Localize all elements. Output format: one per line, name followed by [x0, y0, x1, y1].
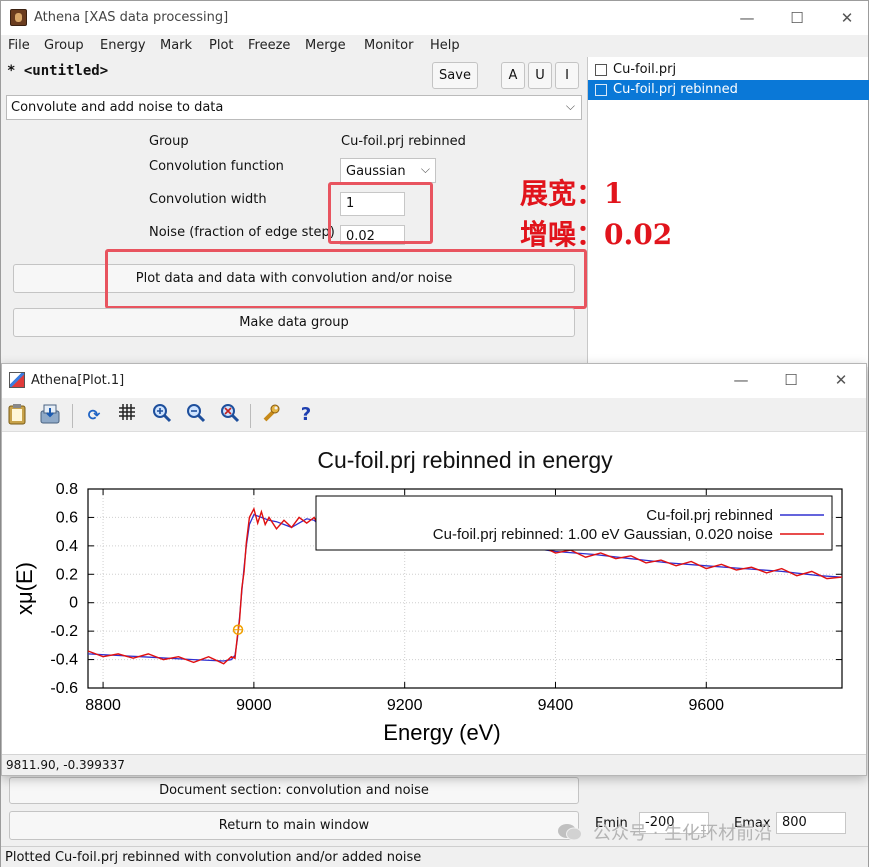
group-value: Cu-foil.prj rebinned [341, 134, 466, 149]
grid-icon[interactable] [115, 403, 139, 427]
x-tick-label: 9200 [387, 697, 423, 714]
toolbar-separator [72, 404, 73, 428]
make-data-group-button[interactable]: Make data group [13, 308, 575, 337]
y-tick-label: 0.6 [56, 509, 78, 526]
plot-window: Athena[Plot.1] — ☐ ✕ ⟳ ? Cu-foil.prj reb… [1, 363, 867, 776]
group-checkbox[interactable] [595, 64, 607, 76]
a-button[interactable]: A [501, 62, 525, 89]
highlight-box-plot [105, 249, 587, 309]
menu-group[interactable]: Group [44, 38, 84, 53]
menu-bar: File Group Energy Mark Plot Freeze Merge… [1, 35, 868, 57]
function-value: Gaussian [346, 164, 406, 179]
plot-app-icon [9, 372, 25, 388]
minimize-button[interactable]: — [724, 5, 770, 31]
save-button[interactable]: Save [432, 62, 478, 89]
plot-area[interactable]: Cu-foil.prj rebinned in energy 8800 9000 92… [2, 432, 866, 752]
menu-help[interactable]: Help [430, 38, 460, 53]
toolbar-separator [250, 404, 251, 428]
title-bar: Athena [XAS data processing] — ☐ ✕ [1, 1, 868, 35]
y-axis-label: xμ(E) [12, 562, 37, 615]
group-checkbox[interactable] [595, 84, 607, 96]
settings-wrench-icon[interactable] [260, 403, 284, 427]
group-list: Cu-foil.prj Cu-foil.prj rebinned [587, 57, 869, 367]
menu-plot[interactable]: Plot [209, 38, 234, 53]
close-button[interactable]: ✕ [824, 5, 869, 31]
wechat-icon [558, 824, 582, 841]
menu-monitor[interactable]: Monitor [364, 38, 413, 53]
help-icon[interactable]: ? [294, 403, 318, 427]
plot-window-title: Athena[Plot.1] [31, 373, 125, 388]
group-item-label: Cu-foil.prj rebinned [613, 82, 738, 97]
group-item-label: Cu-foil.prj [613, 62, 677, 77]
emax-input[interactable]: 800 [776, 812, 846, 834]
menu-energy[interactable]: Energy [100, 38, 146, 53]
menu-mark[interactable]: Mark [160, 38, 192, 53]
group-label: Group [149, 134, 189, 149]
x-tick-label: 9400 [538, 697, 574, 714]
annotation-width: 展宽：1 [520, 177, 624, 210]
noise-label: Noise (fraction of edge step) [149, 225, 335, 240]
cursor-coordinates: 9811.90, -0.399337 [6, 758, 125, 772]
zoom-reset-icon[interactable] [218, 403, 242, 427]
athena-app-icon [10, 9, 27, 26]
plot-title-bar: Athena[Plot.1] — ☐ ✕ [2, 364, 866, 398]
return-main-window-button[interactable]: Return to main window [9, 811, 579, 840]
y-tick-label: 0.4 [56, 538, 78, 555]
function-select[interactable]: Gaussian ⌵ [340, 158, 436, 183]
x-tick-label: 9600 [688, 697, 724, 714]
plot-close-button[interactable]: ✕ [818, 367, 864, 393]
project-name: * <untitled> [7, 63, 109, 79]
chart-title: Cu-foil.prj rebinned in energy [317, 447, 613, 473]
y-tick-label: 0.2 [56, 566, 78, 583]
document-section-button[interactable]: Document section: convolution and noise [9, 777, 579, 804]
chevron-down-icon: ⌵ [565, 99, 575, 113]
tool-select[interactable]: Convolute and add noise to data ⌵ [6, 95, 582, 120]
chevron-down-icon: ⌵ [420, 162, 430, 176]
y-tick-label: 0 [69, 595, 78, 612]
coordinate-bar: 9811.90, -0.399337 [2, 754, 866, 775]
legend-label: Cu-foil.prj rebinned [646, 507, 773, 524]
menu-merge[interactable]: Merge [305, 38, 346, 53]
window-title: Athena [XAS data processing] [34, 10, 229, 25]
plot-minimize-button[interactable]: — [718, 367, 764, 393]
xas-chart[interactable]: Cu-foil.prj rebinned in energy 8800 9000 92… [2, 432, 866, 752]
annotation-noise: 增噪：0.02 [520, 218, 673, 251]
tool-select-value: Convolute and add noise to data [11, 100, 224, 115]
plot-maximize-button[interactable]: ☐ [768, 367, 814, 393]
watermark: 公众号 · 生化环材前沿 [593, 823, 773, 844]
status-text: Plotted Cu-foil.prj rebinned with convol… [5, 850, 422, 865]
highlight-box-fields [328, 182, 433, 244]
maximize-button[interactable]: ☐ [774, 5, 820, 31]
group-item-selected[interactable]: Cu-foil.prj rebinned [588, 80, 869, 100]
clipboard-icon[interactable] [5, 403, 29, 427]
width-label: Convolution width [149, 192, 267, 207]
function-label: Convolution function [149, 159, 284, 174]
x-axis-label: Energy (eV) [383, 720, 500, 745]
y-tick-label: 0.8 [56, 481, 78, 498]
y-tick-label: -0.4 [50, 652, 78, 669]
plot-toolbar: ⟳ ? [2, 398, 866, 432]
save-image-icon[interactable] [38, 403, 62, 427]
y-tick-label: -0.6 [50, 680, 78, 697]
x-tick-label: 9000 [236, 697, 272, 714]
zoom-in-icon[interactable] [150, 403, 174, 427]
menu-freeze[interactable]: Freeze [248, 38, 290, 53]
y-tick-label: -0.2 [50, 623, 78, 640]
refresh-icon[interactable]: ⟳ [82, 403, 106, 427]
status-bar: Plotted Cu-foil.prj rebinned with convol… [1, 846, 868, 867]
i-button[interactable]: I [555, 62, 579, 89]
legend-label: Cu-foil.prj rebinned: 1.00 eV Gaussian, … [433, 526, 773, 543]
x-tick-label: 8800 [85, 697, 121, 714]
zoom-out-icon[interactable] [184, 403, 208, 427]
menu-file[interactable]: File [8, 38, 30, 53]
u-button[interactable]: U [528, 62, 552, 89]
group-item[interactable]: Cu-foil.prj [588, 60, 869, 80]
